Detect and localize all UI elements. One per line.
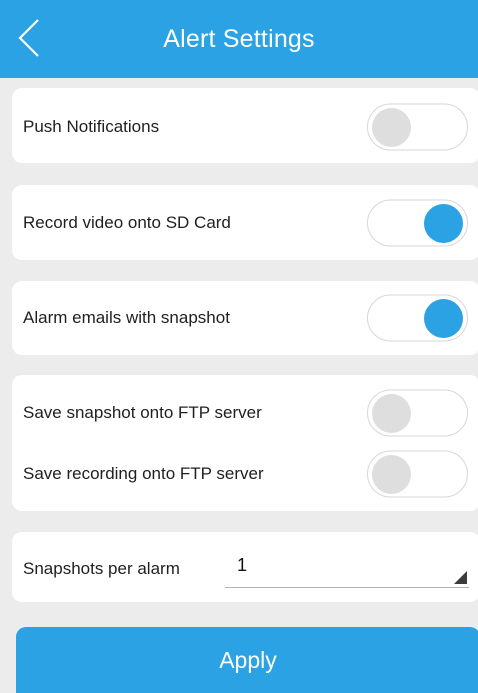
ftp-snapshot-toggle[interactable]	[367, 389, 468, 437]
snapshots-per-alarm-value: 1	[237, 555, 248, 575]
toggle-knob	[372, 107, 411, 147]
snapshots-per-alarm-select[interactable]: 1	[225, 549, 469, 588]
toggle-knob	[424, 298, 463, 338]
ftp-snapshot-label: Save snapshot onto FTP server	[23, 403, 262, 422]
apply-button[interactable]: Apply	[16, 627, 478, 693]
toggle-knob	[372, 454, 411, 494]
toggle-knob	[372, 393, 411, 433]
record-sd-label: Record video onto SD Card	[23, 213, 231, 232]
alarm-emails-label: Alarm emails with snapshot	[23, 308, 230, 327]
page-title: Alert Settings	[163, 24, 315, 53]
push-notifications-label: Push Notifications	[23, 117, 160, 136]
ftp-recording-label: Save recording onto FTP server	[23, 464, 264, 483]
alarm-emails-toggle[interactable]	[367, 294, 468, 342]
snapshots-per-alarm-card: Snapshots per alarm 1	[12, 532, 478, 602]
push-notifications-card: Push Notifications	[12, 88, 478, 163]
app-header: Alert Settings	[0, 0, 478, 78]
record-sd-card: Record video onto SD Card	[12, 185, 478, 260]
back-button[interactable]	[14, 18, 48, 58]
ftp-settings-card: Save snapshot onto FTP server Save recor…	[12, 375, 478, 511]
push-notifications-toggle[interactable]	[367, 103, 468, 151]
snapshots-per-alarm-label: Snapshots per alarm	[23, 559, 180, 578]
record-sd-toggle[interactable]	[367, 199, 468, 247]
chevron-left-icon	[18, 19, 39, 57]
dropdown-corner-icon	[454, 571, 467, 584]
toggle-knob	[424, 203, 463, 243]
ftp-recording-toggle[interactable]	[367, 450, 468, 498]
alarm-emails-card: Alarm emails with snapshot	[12, 281, 478, 355]
